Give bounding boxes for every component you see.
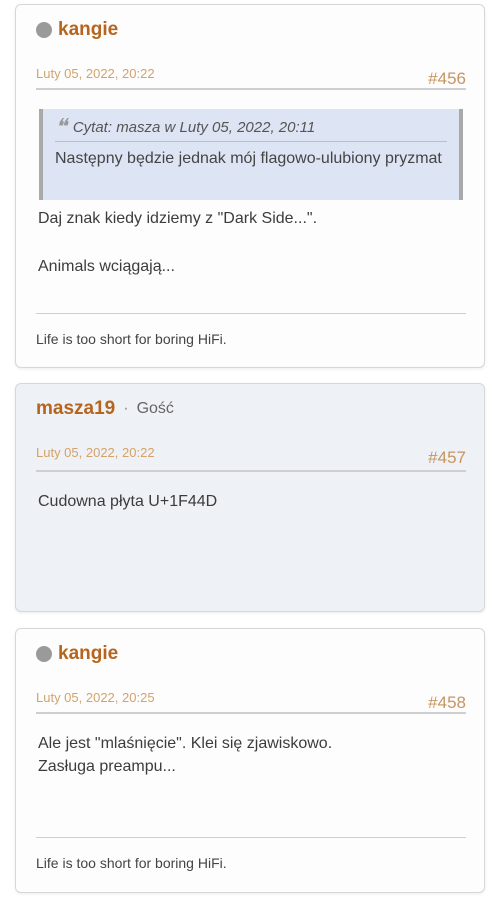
quote-block: ❝ Cytat: masza w Luty 05, 2022, 20:11 Na…	[39, 109, 463, 200]
post-body-line: Daj znak kiedy idziemy z "Dark Side...".	[38, 210, 318, 227]
post-457: masza19 · Gość Luty 05, 2022, 20:22 #457…	[15, 383, 485, 612]
post-author: kangie	[36, 19, 118, 41]
signature-divider	[36, 837, 466, 838]
signature: Life is too short for boring HiFi.	[36, 855, 227, 871]
post-author: masza19 · Gość	[36, 398, 174, 420]
post-body-line: Cudowna płyta U+1F44D	[38, 493, 218, 510]
post-author: kangie	[36, 643, 118, 665]
quote-text: Następny będzie jednak mój flagowo-ulubi…	[55, 150, 442, 167]
divider	[36, 88, 466, 90]
quote-citation-link[interactable]: Cytat: masza w Luty 05, 2022, 20:11	[73, 119, 315, 136]
post-number-link[interactable]: #456	[428, 69, 466, 89]
post-number-link[interactable]: #458	[428, 693, 466, 713]
username-link[interactable]: kangie	[58, 19, 118, 41]
post-number-link[interactable]: #457	[428, 448, 466, 468]
username-link[interactable]: kangie	[58, 643, 118, 665]
post-date: Luty 05, 2022, 20:22	[36, 66, 155, 81]
quote-icon: ❝	[55, 114, 67, 140]
offline-status-icon	[36, 22, 52, 38]
signature-divider	[36, 313, 466, 314]
divider	[55, 141, 447, 142]
username: masza19	[36, 398, 116, 419]
post-date: Luty 05, 2022, 20:22	[36, 445, 155, 460]
divider	[36, 470, 466, 472]
post-456: kangie Luty 05, 2022, 20:22 #456 ❝ Cytat…	[15, 4, 485, 368]
post-458: kangie Luty 05, 2022, 20:25 #458 Ale jes…	[15, 628, 485, 893]
post-date: Luty 05, 2022, 20:25	[36, 690, 155, 705]
separator: ·	[123, 400, 129, 417]
user-role: Gość	[136, 400, 174, 417]
post-body-line: Zasługa preampu...	[38, 758, 176, 775]
post-body-line: Animals wciągają...	[38, 258, 175, 275]
divider	[36, 712, 466, 714]
post-body-line: Ale jest "mlaśnięcie". Klei się zjawisko…	[38, 735, 333, 752]
signature: Life is too short for boring HiFi.	[36, 331, 227, 347]
offline-status-icon	[36, 646, 52, 662]
quote-header: ❝ Cytat: masza w Luty 05, 2022, 20:11	[55, 114, 315, 140]
